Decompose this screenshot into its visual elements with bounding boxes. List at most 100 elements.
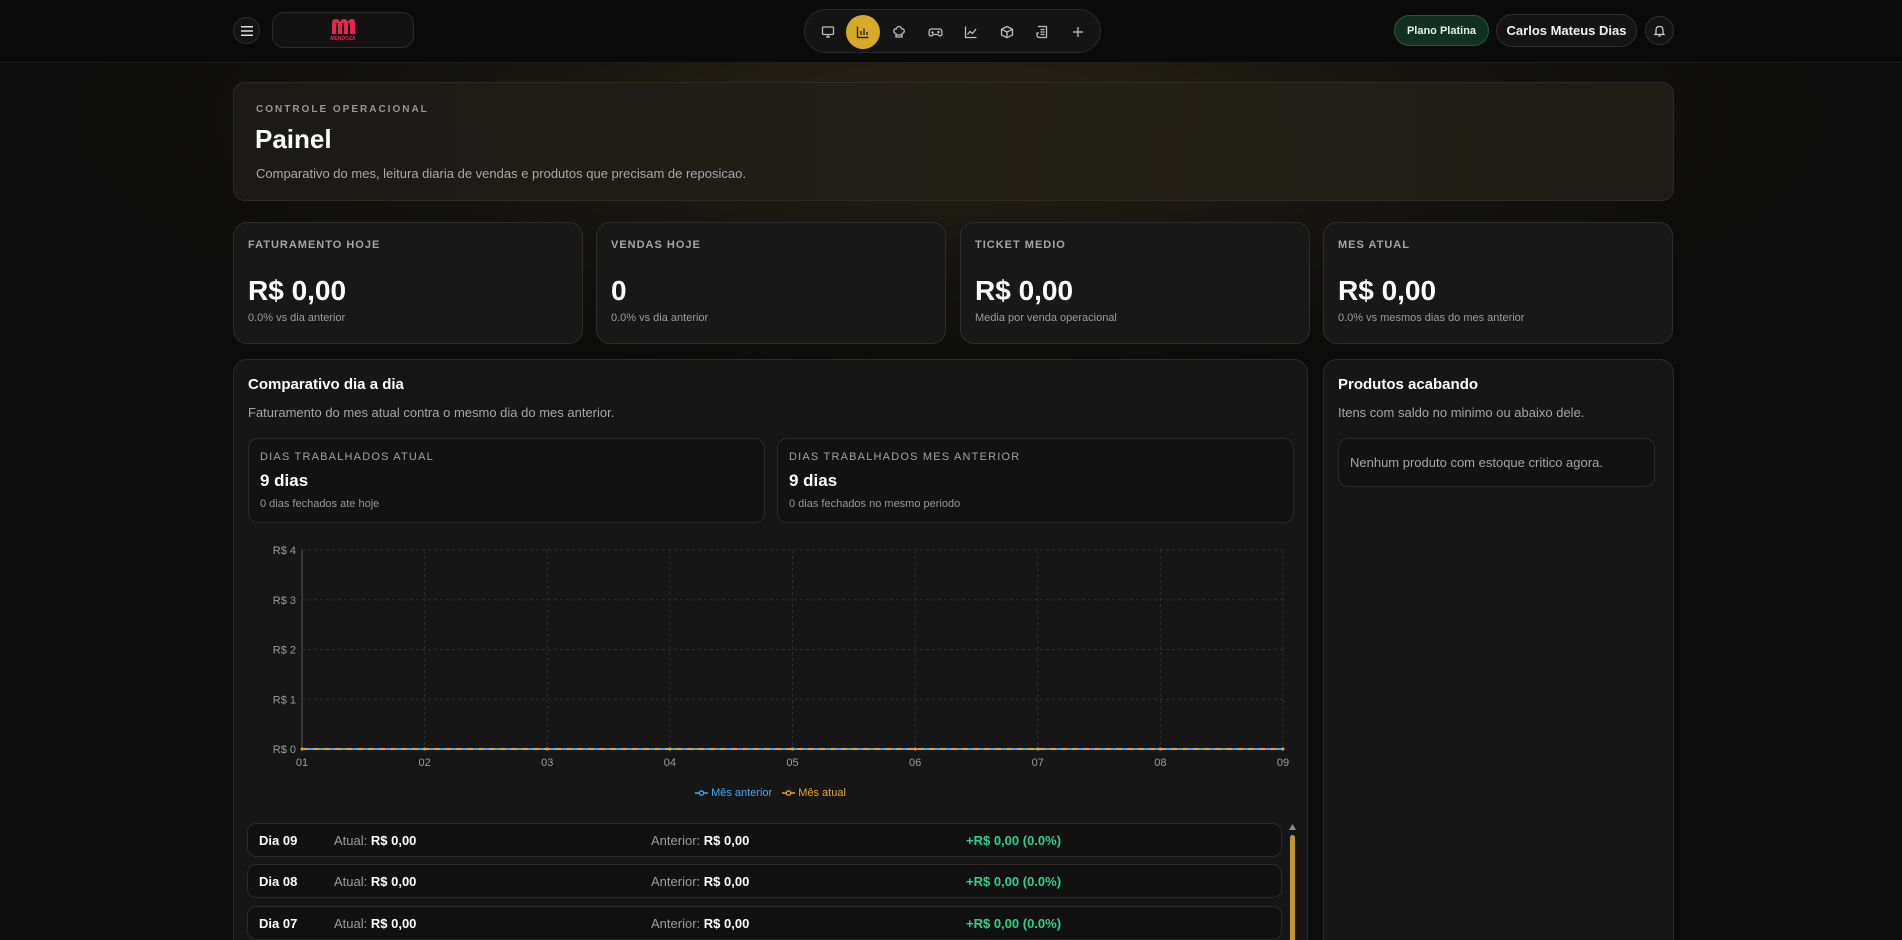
receipt-icon [1036, 25, 1048, 39]
x-tick-label: 04 [664, 757, 676, 769]
menu-button[interactable] [233, 17, 260, 44]
kpi-value: R$ 0,00 [248, 275, 347, 306]
series-point [791, 747, 794, 751]
series-point [1281, 747, 1285, 751]
table-row[interactable]: Dia 07 Atual: R$ 0,00 Anterior: R$ 0,00 … [247, 906, 1282, 940]
legend-marker-previous [695, 790, 709, 796]
x-tick-label: 02 [419, 757, 431, 769]
nav-reports[interactable] [954, 15, 988, 49]
series-point [300, 747, 304, 751]
series-point [913, 747, 917, 751]
row-day: Dia 07 [259, 916, 298, 931]
top-bar: MENDOZA Plano Platina Carlos Mateus Dias [0, 0, 1902, 63]
logo-wordmark: MENDOZA [330, 36, 356, 42]
x-tick-label: 07 [1032, 757, 1044, 769]
x-tick-label: 03 [541, 757, 553, 769]
kpi-subtext: 0.0% vs dia anterior [611, 312, 709, 324]
y-tick-label: R$ 4 [273, 545, 296, 557]
kpi-current-month: MES ATUAL R$ 0,00 0.0% vs mesmos dias do… [1323, 222, 1673, 344]
kpi-label: TICKET MEDIO [975, 239, 1066, 251]
kpi-label: VENDAS HOJE [611, 239, 701, 251]
legend-item-current[interactable]: Mês atual [782, 787, 846, 799]
row-day: Dia 09 [259, 833, 298, 848]
series-point [545, 747, 549, 751]
kpi-value: 0 [611, 275, 627, 306]
empty-state: Nenhum produto com estoque critico agora… [1338, 438, 1655, 487]
kpi-sales-today: VENDAS HOJE 0 0.0% vs dia anterior [596, 222, 946, 344]
chart-legend: Mês anterior Mês atual [234, 787, 1307, 799]
legend-item-previous[interactable]: Mês anterior [695, 787, 772, 799]
page-header: CONTROLE OPERACIONAL Painel Comparativo … [233, 82, 1674, 201]
nav-games[interactable] [918, 15, 952, 49]
row-previous: Anterior: R$ 0,00 [651, 833, 750, 848]
x-tick-label: 06 [909, 757, 921, 769]
nav-dashboard[interactable] [846, 15, 880, 49]
nav-monitor[interactable] [811, 15, 845, 49]
legend-marker-current [782, 790, 796, 796]
x-tick-label: 08 [1154, 757, 1166, 769]
row-current: Atual: R$ 0,00 [334, 833, 417, 848]
plan-badge[interactable]: Plano Platina [1394, 15, 1489, 46]
gamepad-icon [927, 28, 943, 37]
page-eyebrow: CONTROLE OPERACIONAL [256, 104, 429, 115]
x-tick-label: 01 [296, 757, 308, 769]
kpi-value: R$ 0,00 [975, 275, 1074, 306]
row-delta: +R$ 0,00 (0.0%) [966, 874, 1062, 889]
nav-orders[interactable] [1025, 15, 1059, 49]
nav-add[interactable] [1061, 15, 1095, 49]
hamburger-menu-icon [240, 25, 253, 36]
y-tick-label: R$ 2 [273, 645, 296, 657]
scrollbar-thumb[interactable] [1290, 835, 1295, 940]
box-icon [1000, 25, 1014, 39]
kpi-label: MES ATUAL [1338, 239, 1410, 251]
row-previous: Anterior: R$ 0,00 [651, 874, 750, 889]
monitor-icon [821, 26, 835, 38]
series-point [668, 747, 672, 751]
brand-logo[interactable]: MENDOZA [272, 12, 414, 48]
row-delta: +R$ 0,00 (0.0%) [966, 916, 1062, 931]
kpi-subtext: 0.0% vs dia anterior [248, 312, 346, 324]
y-tick-label: R$ 3 [273, 595, 296, 607]
daily-revenue-chart: R$ 0 R$ 1 R$ 2 R$ 3 R$ 4 01 02 03 04 05 06 07 08 09 [273, 545, 1289, 769]
chef-hat-icon [893, 25, 905, 38]
series-point [423, 747, 427, 751]
user-menu[interactable]: Carlos Mateus Dias [1496, 14, 1637, 47]
legend-label: Mês atual [798, 787, 846, 799]
page-title: Painel [255, 124, 332, 154]
y-tick-label: R$ 0 [273, 744, 296, 756]
table-row[interactable]: Dia 09 Atual: R$ 0,00 Anterior: R$ 0,00 … [247, 823, 1282, 857]
plus-icon [1073, 27, 1083, 37]
row-previous: Anterior: R$ 0,00 [651, 916, 750, 931]
row-current: Atual: R$ 0,00 [334, 874, 417, 889]
nav-products[interactable] [990, 15, 1024, 49]
scroll-up-arrow-icon[interactable] [1289, 824, 1296, 830]
row-day: Dia 08 [259, 874, 298, 889]
logo-icon: MENDOZA [330, 19, 356, 42]
kpi-label: FATURAMENTO HOJE [248, 239, 381, 251]
empty-state-message: Nenhum produto com estoque critico agora… [1350, 455, 1603, 470]
kpi-average-ticket: TICKET MEDIO R$ 0,00 Media por venda ope… [960, 222, 1310, 344]
kpi-subtext: 0.0% vs mesmos dias do mes anterior [1338, 312, 1525, 324]
bar-chart-icon [856, 26, 869, 39]
legend-label: Mês anterior [711, 787, 773, 799]
series-point [1158, 747, 1162, 751]
x-tick-label: 09 [1277, 757, 1289, 769]
table-row[interactable]: Dia 08 Atual: R$ 0,00 Anterior: R$ 0,00 … [247, 864, 1282, 898]
kpi-value: R$ 0,00 [1338, 275, 1437, 306]
main-navigation [804, 9, 1101, 53]
daily-comparison-panel: Comparativo dia a dia Faturamento do mes… [233, 359, 1308, 940]
kpi-revenue-today: FATURAMENTO HOJE R$ 0,00 0.0% vs dia ant… [233, 222, 583, 344]
y-tick-label: R$ 1 [273, 694, 296, 706]
nav-kitchen[interactable] [882, 15, 916, 49]
page-description: Comparativo do mes, leitura diaria de ve… [256, 166, 746, 181]
kpi-subtext: Media por venda operacional [975, 312, 1117, 324]
bell-icon [1653, 25, 1666, 37]
row-delta: +R$ 0,00 (0.0%) [966, 833, 1062, 848]
panel-description: Itens com saldo no minimo ou abaixo dele… [1338, 405, 1585, 420]
notifications-button[interactable] [1645, 16, 1674, 45]
x-tick-label: 05 [786, 757, 798, 769]
low-stock-panel: Produtos acabando Itens com saldo no min… [1323, 359, 1674, 940]
row-current: Atual: R$ 0,00 [334, 916, 417, 931]
line-chart-icon [964, 26, 977, 39]
series-point [1036, 747, 1040, 751]
